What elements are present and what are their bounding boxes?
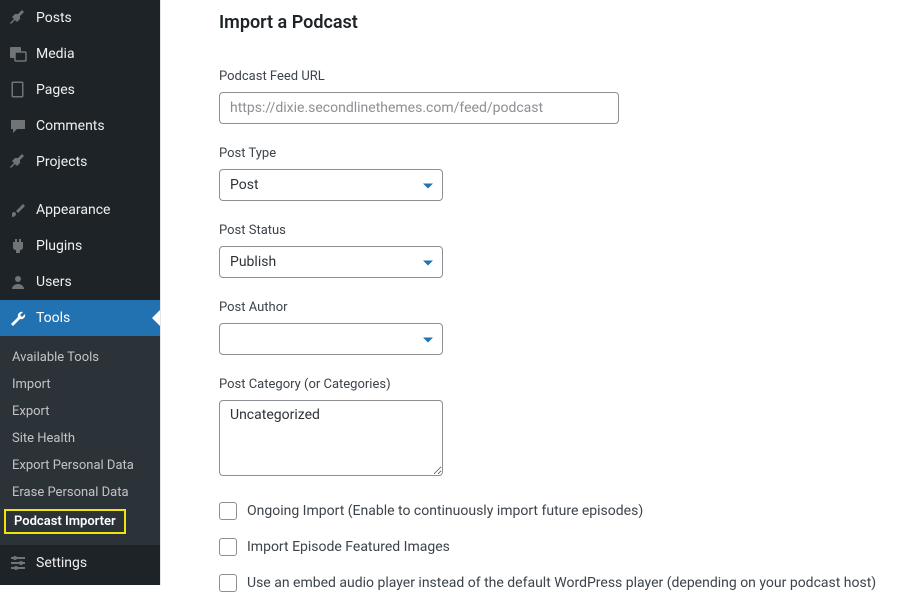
embed-player-label: Use an embed audio player instead of the… xyxy=(247,575,876,591)
field-feed-url: Podcast Feed URL xyxy=(219,69,880,124)
post-status-label: Post Status xyxy=(219,223,880,238)
post-status-select[interactable]: Publish xyxy=(219,246,443,278)
submenu-erase-personal[interactable]: Erase Personal Data xyxy=(0,479,160,506)
sidebar-label: Projects xyxy=(36,154,87,170)
sidebar-item-appearance[interactable]: Appearance xyxy=(0,192,160,228)
media-icon xyxy=(8,44,28,64)
post-category-label: Post Category (or Categories) xyxy=(219,377,880,392)
comment-icon xyxy=(8,116,28,136)
brush-icon xyxy=(8,200,28,220)
sidebar-label: Appearance xyxy=(36,202,110,218)
pin-icon xyxy=(8,152,28,172)
sidebar-item-tools[interactable]: Tools xyxy=(0,300,160,336)
main-panel: Import a Podcast Podcast Feed URL Post T… xyxy=(160,0,900,585)
post-type-select[interactable]: Post xyxy=(219,169,443,201)
sidebar-label: Pages xyxy=(36,82,75,98)
sidebar-label: Comments xyxy=(36,118,105,134)
post-category-textarea[interactable]: Uncategorized xyxy=(219,400,443,476)
user-icon xyxy=(8,272,28,292)
field-post-category: Post Category (or Categories) Uncategori… xyxy=(219,377,880,480)
admin-sidebar: Posts Media Pages Comments Projects Appe… xyxy=(0,0,160,585)
sidebar-item-users[interactable]: Users xyxy=(0,264,160,300)
submenu-podcast-importer[interactable]: Podcast Importer xyxy=(4,509,126,534)
sidebar-label: Tools xyxy=(36,310,70,326)
submenu-export[interactable]: Export xyxy=(0,398,160,425)
field-post-author: Post Author xyxy=(219,300,880,355)
submenu-export-personal[interactable]: Export Personal Data xyxy=(0,452,160,479)
page-icon xyxy=(8,80,28,100)
submenu-available-tools[interactable]: Available Tools xyxy=(0,344,160,371)
sidebar-item-comments[interactable]: Comments xyxy=(0,108,160,144)
ongoing-import-label: Ongoing Import (Enable to continuously i… xyxy=(247,503,643,519)
post-author-select[interactable] xyxy=(219,323,443,355)
sidebar-item-pages[interactable]: Pages xyxy=(0,72,160,108)
sidebar-label: Posts xyxy=(36,10,72,26)
field-post-status: Post Status Publish xyxy=(219,223,880,278)
sidebar-item-settings[interactable]: Settings xyxy=(0,545,160,581)
sliders-icon xyxy=(8,553,28,573)
field-import-featured: Import Episode Featured Images xyxy=(219,538,880,556)
field-post-type: Post Type Post xyxy=(219,146,880,201)
sidebar-item-plugins[interactable]: Plugins xyxy=(0,228,160,264)
field-ongoing-import: Ongoing Import (Enable to continuously i… xyxy=(219,502,880,520)
field-embed-player: Use an embed audio player instead of the… xyxy=(219,574,880,592)
sidebar-item-projects[interactable]: Projects xyxy=(0,144,160,180)
plug-icon xyxy=(8,236,28,256)
tools-submenu: Available Tools Import Export Site Healt… xyxy=(0,336,160,545)
pin-icon xyxy=(8,8,28,28)
sidebar-label: Media xyxy=(36,46,75,62)
submenu-import[interactable]: Import xyxy=(0,371,160,398)
page-title: Import a Podcast xyxy=(219,12,880,33)
sidebar-item-media[interactable]: Media xyxy=(0,36,160,72)
feed-url-input[interactable] xyxy=(219,92,619,124)
import-featured-label: Import Episode Featured Images xyxy=(247,539,450,555)
import-featured-checkbox[interactable] xyxy=(219,538,237,556)
embed-player-checkbox[interactable] xyxy=(219,574,237,592)
sidebar-label: Settings xyxy=(36,555,87,571)
sidebar-label: Users xyxy=(36,274,72,290)
wrench-icon xyxy=(8,308,28,328)
sidebar-item-posts[interactable]: Posts xyxy=(0,0,160,36)
ongoing-import-checkbox[interactable] xyxy=(219,502,237,520)
submenu-site-health[interactable]: Site Health xyxy=(0,425,160,452)
post-author-label: Post Author xyxy=(219,300,880,315)
content-area: Import a Podcast Podcast Feed URL Post T… xyxy=(160,0,900,585)
sidebar-label: Plugins xyxy=(36,238,82,254)
post-type-label: Post Type xyxy=(219,146,880,161)
feed-url-label: Podcast Feed URL xyxy=(219,69,880,84)
